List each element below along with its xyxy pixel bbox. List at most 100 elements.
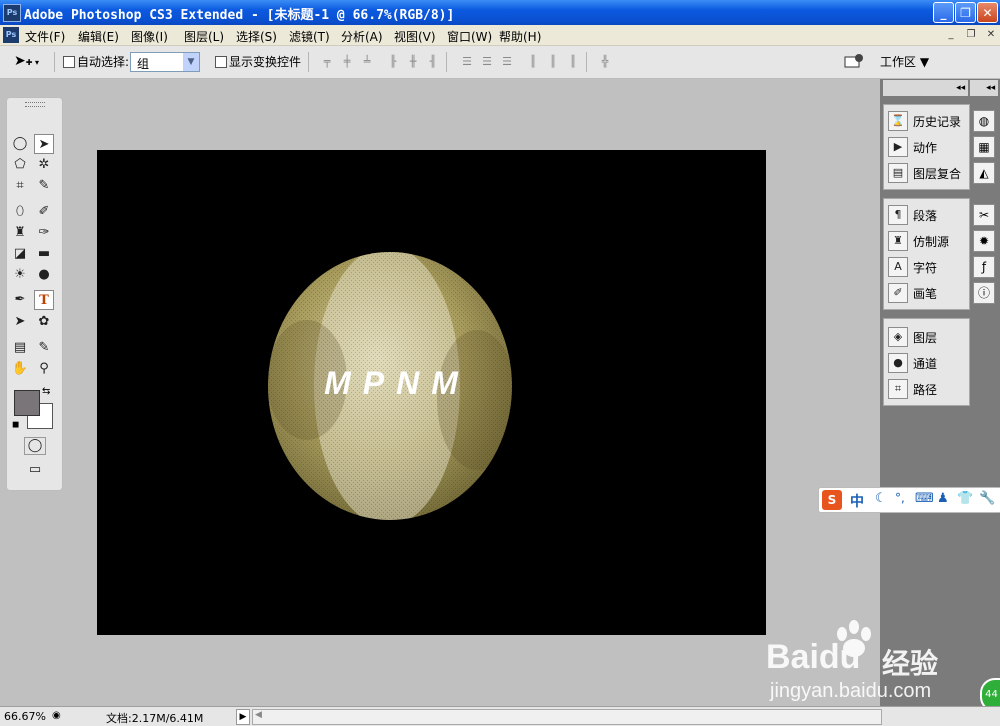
distribute-right-icon[interactable]: ║	[566, 56, 580, 68]
navigator-icon[interactable]: ◍	[973, 110, 995, 132]
gradient-tool-icon[interactable]: ▬	[34, 244, 54, 264]
panel-layers[interactable]: ◈ 图层	[888, 325, 968, 349]
eyedropper-tool-icon[interactable]: ✎	[34, 338, 54, 358]
panel-channels[interactable]: ● 通道	[888, 351, 968, 375]
dock-collapse-right[interactable]: ◂◂	[970, 80, 998, 96]
menu-select[interactable]: 选择(S)	[236, 28, 277, 45]
user-icon[interactable]: ♟	[937, 491, 949, 506]
foreground-color-swatch[interactable]	[14, 390, 40, 416]
type-tool-icon[interactable]: T	[34, 290, 54, 310]
distribute-hcenter-icon[interactable]: ║	[546, 56, 560, 68]
magic-wand-tool-icon[interactable]: ✲	[34, 155, 54, 175]
align-top-icon[interactable]: ╤	[320, 56, 334, 68]
crop-tool-icon[interactable]: ⌗	[10, 176, 30, 196]
canvas-text: MPNM	[324, 365, 470, 401]
minimize-button[interactable]: _	[933, 2, 954, 23]
distribute-vcenter-icon[interactable]: ☰	[480, 56, 494, 68]
status-menu-arrow-icon[interactable]: ▶	[236, 709, 250, 725]
distribute-bottom-icon[interactable]: ☰	[500, 56, 514, 68]
align-vcenter-icon[interactable]: ╪	[340, 56, 354, 68]
panel-brushes[interactable]: ✐ 画笔	[888, 281, 968, 305]
keyboard-icon[interactable]: ⌨	[915, 491, 934, 506]
menu-image[interactable]: 图像(I)	[131, 28, 168, 45]
dock-collapse-left[interactable]: ◂◂	[883, 80, 968, 96]
info-icon[interactable]: ⓘ	[973, 282, 995, 304]
fx-icon[interactable]: ƒ	[973, 256, 995, 278]
distribute-top-icon[interactable]: ☰	[460, 56, 474, 68]
elliptical-marquee-tool-icon[interactable]: ◯	[10, 134, 30, 154]
restore-button[interactable]: ❐	[955, 2, 976, 23]
punctuation-icon[interactable]: °,	[895, 491, 905, 505]
auto-select-dropdown[interactable]: 组 ▼	[130, 52, 200, 72]
hand-tool-icon[interactable]: ✋	[10, 359, 30, 379]
auto-select-checkbox[interactable]	[63, 56, 75, 68]
document-icon[interactable]: Ps	[3, 27, 19, 43]
panel-actions[interactable]: ▶ 动作	[888, 135, 968, 159]
swap-colors-icon[interactable]: ⇆	[42, 386, 50, 397]
doc-restore-button[interactable]: ❐	[964, 28, 978, 41]
history-icon: ⌛	[888, 111, 908, 131]
healing-brush-tool-icon[interactable]: ⬯	[10, 202, 30, 222]
zoom-level[interactable]: 66.67%	[4, 710, 46, 723]
clone-stamp-tool-icon[interactable]: ♜	[10, 223, 30, 243]
notes-tool-icon[interactable]: ▤	[10, 338, 30, 358]
histogram-icon[interactable]: ◭	[973, 162, 995, 184]
skin-icon[interactable]: 👕	[957, 491, 973, 506]
doc-minimize-button[interactable]: _	[944, 28, 958, 41]
swatches-icon[interactable]: ▦	[973, 136, 995, 158]
wrench-icon[interactable]: 🔧	[979, 491, 995, 506]
zoom-tool-icon[interactable]: ⚲	[34, 359, 54, 379]
baidu-watermark: Baidu 经验 jingyan.baidu.com	[762, 620, 992, 712]
history-brush-tool-icon[interactable]: ✑	[34, 223, 54, 243]
workspace-button[interactable]: 工作区 ▼	[880, 53, 929, 70]
horizontal-scrollbar[interactable]: ◀	[252, 709, 882, 725]
slice-tool-icon[interactable]: ✎	[34, 176, 54, 196]
align-hcenter-icon[interactable]: ╫	[406, 56, 420, 68]
pen-tool-icon[interactable]: ✒	[10, 290, 30, 310]
auto-align-icon[interactable]: ╬	[598, 56, 612, 68]
panel-layer-comps[interactable]: ▤ 图层复合	[888, 161, 968, 185]
panel-paragraph[interactable]: ¶ 段落	[888, 203, 968, 227]
distribute-left-icon[interactable]: ║	[526, 56, 540, 68]
eraser-tool-icon[interactable]: ◪	[10, 244, 30, 264]
ime-mode-label[interactable]: 中	[850, 491, 864, 511]
menu-help[interactable]: 帮助(H)	[499, 28, 541, 45]
menu-view[interactable]: 视图(V)	[394, 28, 436, 45]
panel-grip[interactable]	[25, 102, 45, 107]
menu-file[interactable]: 文件(F)	[25, 28, 65, 45]
polygonal-lasso-tool-icon[interactable]: ⬠	[10, 155, 30, 175]
styles-icon[interactable]: ✹	[973, 230, 995, 252]
menu-window[interactable]: 窗口(W)	[447, 28, 492, 45]
align-right-icon[interactable]: ╢	[426, 56, 440, 68]
panel-history[interactable]: ⌛ 历史记录	[888, 109, 968, 133]
panel-character[interactable]: A 字符	[888, 255, 968, 279]
move-tool-icon[interactable]: ➤	[34, 134, 54, 154]
bridge-icon[interactable]	[843, 52, 865, 72]
quick-mask-icon[interactable]: ◯	[24, 437, 46, 455]
document-canvas[interactable]: MPNM	[97, 150, 766, 635]
close-button[interactable]: ✕	[977, 2, 998, 23]
panel-paths[interactable]: ⌗ 路径	[888, 377, 968, 401]
path-selection-tool-icon[interactable]: ➤	[10, 312, 30, 332]
dodge-tool-icon[interactable]: ●	[34, 265, 54, 285]
move-tool-preset-icon[interactable]: ➤✚ ▾	[14, 53, 39, 69]
menu-layer[interactable]: 图层(L)	[184, 28, 224, 45]
doc-close-button[interactable]: ✕	[984, 28, 998, 41]
default-colors-icon[interactable]: ◼	[12, 420, 19, 430]
brush-tool-icon[interactable]: ✐	[34, 202, 54, 222]
menu-analysis[interactable]: 分析(A)	[341, 28, 383, 45]
panel-clone-source[interactable]: ♜ 仿制源	[888, 229, 968, 253]
scroll-left-icon[interactable]: ◀	[255, 710, 262, 720]
status-options-icon[interactable]: ◉	[52, 710, 61, 721]
align-left-icon[interactable]: ╟	[386, 56, 400, 68]
menu-filter[interactable]: 滤镜(T)	[289, 28, 330, 45]
moon-icon[interactable]: ☾	[875, 491, 887, 506]
align-bottom-icon[interactable]: ╧	[360, 56, 374, 68]
sogou-logo-icon[interactable]: S	[822, 490, 842, 510]
show-transform-checkbox[interactable]	[215, 56, 227, 68]
custom-shape-tool-icon[interactable]: ✿	[34, 312, 54, 332]
tool-presets-icon[interactable]: ✂	[973, 204, 995, 226]
screen-mode-icon[interactable]: ▭	[24, 462, 46, 480]
menu-edit[interactable]: 编辑(E)	[78, 28, 119, 45]
blur-tool-icon[interactable]: ☀	[10, 265, 30, 285]
